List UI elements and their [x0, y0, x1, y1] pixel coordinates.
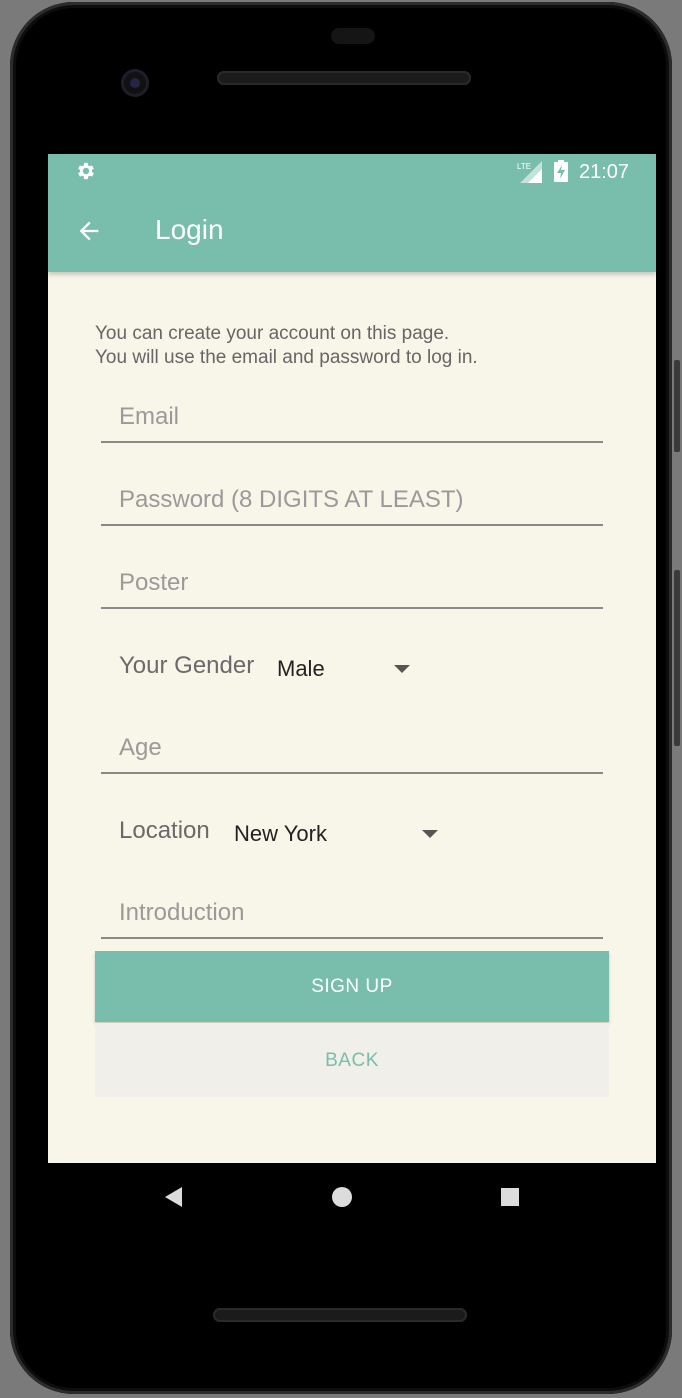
bottom-speaker — [213, 1308, 467, 1322]
gender-label: Your Gender — [119, 652, 255, 679]
lte-label: LTE — [517, 162, 531, 171]
chevron-down-icon — [394, 665, 410, 673]
poster-placeholder: Poster — [119, 569, 189, 596]
email-placeholder: Email — [119, 403, 180, 430]
gender-value: Male — [277, 656, 325, 681]
intro-line-2: You will use the email and password to l… — [95, 347, 478, 368]
app-bar: Login — [48, 190, 656, 272]
back-button[interactable]: BACK — [95, 1023, 609, 1097]
introduction-placeholder: Introduction — [119, 899, 245, 926]
introduction-field[interactable]: Introduction — [101, 891, 603, 939]
page-title: Login — [155, 214, 224, 245]
intro-line-1: You can create your account on this page… — [95, 323, 450, 344]
triangle-back-icon[interactable] — [164, 1186, 184, 1208]
square-recents-icon[interactable] — [500, 1187, 520, 1207]
arrow-left-icon[interactable] — [75, 217, 103, 245]
status-time: 21:07 — [579, 161, 630, 183]
age-placeholder: Age — [119, 734, 162, 761]
password-field[interactable]: Password (8 DIGITS AT LEAST) — [101, 478, 603, 526]
volume-button — [674, 570, 680, 746]
battery-charging-icon — [554, 160, 568, 182]
location-select[interactable]: New York — [229, 809, 489, 855]
app-screen: LTE 21:07 Login You can create your acco… — [48, 154, 656, 1163]
phone-frame: LTE 21:07 Login You can create your acco… — [10, 2, 672, 1394]
intro-text: You can create your account on this page… — [95, 322, 478, 370]
location-row: Location New York — [101, 809, 501, 855]
chevron-down-icon — [422, 830, 438, 838]
power-button — [674, 360, 680, 452]
circle-home-icon[interactable] — [331, 1186, 353, 1208]
gender-row: Your Gender Male — [101, 644, 501, 690]
gender-select[interactable]: Male — [271, 644, 451, 690]
lte-signal-icon: LTE — [517, 161, 542, 183]
top-speaker — [217, 71, 471, 85]
sign-up-button[interactable]: SIGN UP — [95, 951, 609, 1022]
location-value: New York — [234, 821, 327, 846]
poster-field[interactable]: Poster — [101, 561, 603, 609]
front-camera — [121, 69, 149, 97]
password-placeholder: Password (8 DIGITS AT LEAST) — [119, 486, 464, 513]
age-field[interactable]: Age — [101, 726, 603, 774]
top-sensor — [331, 28, 375, 44]
gear-icon — [78, 162, 94, 180]
location-label: Location — [119, 817, 210, 844]
email-field[interactable]: Email — [101, 395, 603, 443]
status-bar: LTE 21:07 — [48, 154, 656, 190]
